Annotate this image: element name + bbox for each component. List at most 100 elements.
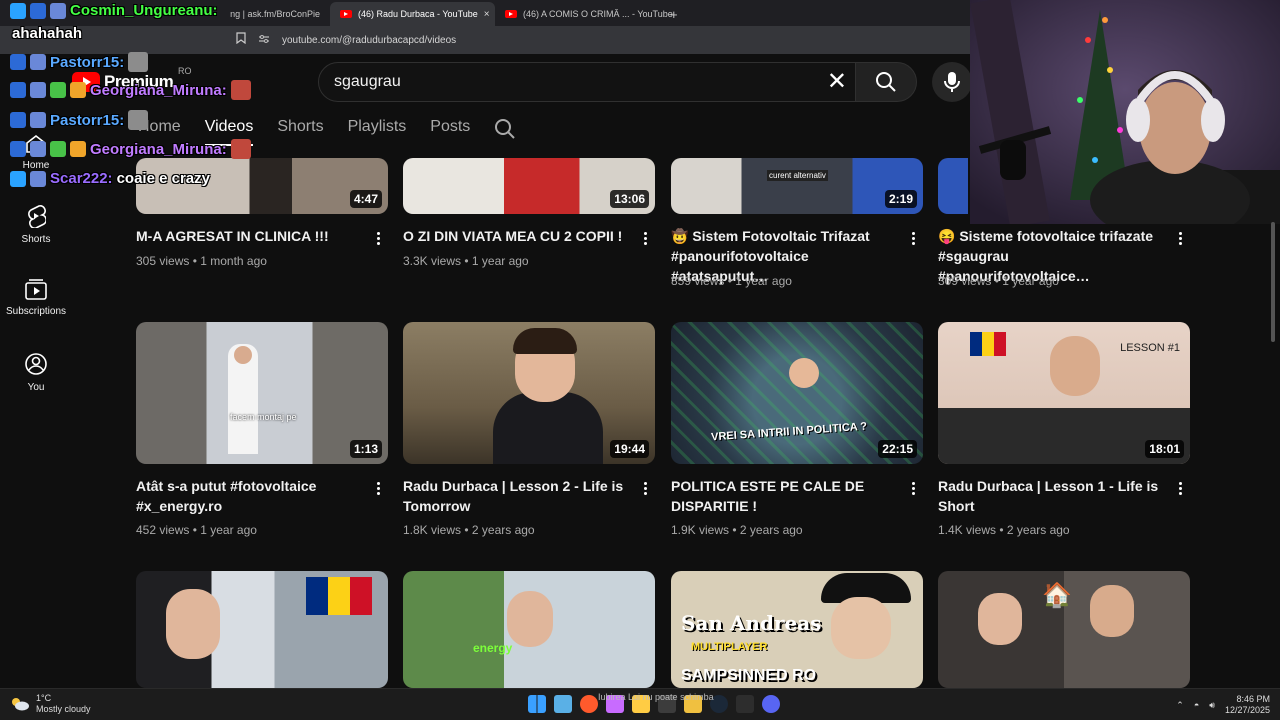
bookmark-icon[interactable] [236,32,246,47]
tab-shorts[interactable]: Shorts [277,118,323,146]
url-field[interactable]: youtube.com/@radudurbacapcd/videos [258,30,958,50]
video-duration: 2:19 [884,190,917,208]
chevron-up-icon[interactable]: ⌃ [1176,700,1184,711]
more-options-icon[interactable] [1170,478,1190,498]
more-options-icon[interactable] [1170,228,1190,248]
video-title[interactable]: POLITICA ESTE PE CALE DE DISPARITIE ! [671,476,896,516]
thumbnail-face [166,589,220,659]
screen: { "browser": { "tabs": [ {"label": "ng |… [0,0,1280,720]
chat-badge-icon [10,2,26,19]
brave-browser-icon[interactable] [580,695,598,713]
video-title[interactable]: Atât s-a putut #fotovoltaice #x_energy.r… [136,476,361,516]
chat-username: Pastorr15: [50,111,125,129]
search-button[interactable] [855,62,917,102]
chat-badge-icon [30,112,46,128]
more-options-icon[interactable] [368,228,388,248]
thumbnail-caption: LESSON #1 [1120,342,1180,354]
site-info-icon[interactable] [258,34,274,47]
thumbnail-bottom: SAMPSINNED RO [681,667,817,684]
video-thumbnail[interactable]: LESSON #1 18:01 [938,322,1190,464]
clock-date: 12/27/2025 [1224,705,1270,715]
search-icon [876,72,896,92]
chat-badge-icon [30,54,46,70]
video-thumbnail[interactable]: energy [403,571,655,688]
chat-message-text: ahahahah [12,25,82,42]
chat-badge-icon [10,82,26,98]
video-title[interactable]: Radu Durbaca | Lesson 1 - Life is Short [938,476,1163,516]
browser-tab[interactable]: (46) A COMIS O CRIMĂ ... - YouTube [495,2,673,26]
video-thumbnail[interactable]: curent alternativ 2:19 [671,158,923,214]
new-tab-button[interactable]: + [660,2,688,26]
thumbnail-figure [493,392,603,464]
thumbnail-caption: curent alternativ [767,170,828,181]
video-thumbnail[interactable]: 🏠 [938,571,1190,688]
sidebar-item-you[interactable]: You [0,352,72,393]
chat-text: coaie e crazy [116,170,210,187]
more-options-icon[interactable] [635,478,655,498]
clear-search-icon[interactable]: ✕ [827,70,847,94]
video-title[interactable]: O ZI DIN VIATA MEA CU 2 COPII ! [403,226,628,246]
clock-time: 8:46 PM [1236,694,1270,704]
chat-message: Pastorr15: [10,110,149,130]
video-title[interactable]: M-A AGRESAT IN CLINICA !!! [136,226,361,246]
search-input[interactable]: sgaugrau ✕ [318,62,856,102]
youtube-favicon-icon [340,10,352,18]
video-thumbnail[interactable]: facem montaj pe 1:13 [136,322,388,464]
close-tab-icon[interactable]: × [484,9,490,20]
chat-badge-icon [10,170,26,187]
sidebar-item-label: Shorts [21,234,51,245]
tab-posts[interactable]: Posts [430,118,470,146]
app-icon[interactable] [736,695,754,713]
chat-badge-icon [10,141,26,157]
video-duration: 22:15 [878,440,917,458]
scrollbar-thumb[interactable] [1271,222,1275,342]
sidebar-item-shorts[interactable]: Shorts [0,204,72,245]
thumbnail-face [507,591,553,647]
tab-playlists[interactable]: Playlists [348,118,407,146]
video-thumbnail[interactable]: VREI SA INTRII IN POLITICA ? 22:15 [671,322,923,464]
house-emoji-icon: 🏠 [1042,582,1072,609]
weather-widget[interactable]: 1°C Mostly cloudy [10,693,91,715]
windows-start-icon[interactable] [528,695,546,713]
video-thumbnail[interactable]: 19:44 [403,322,655,464]
thumbnail-face [831,597,891,659]
discord-icon[interactable] [762,695,780,713]
account-icon [25,353,47,375]
sidebar-item-subscriptions[interactable]: Subscriptions [0,278,72,317]
webcam-overlay [970,0,1280,224]
more-options-icon[interactable] [368,478,388,498]
shorts-icon [28,205,46,228]
browser-tab-active[interactable]: (46) Radu Durbaca - YouTube × [330,2,495,26]
sidebar-item-label: You [27,382,45,393]
sidebar-item-label: Subscriptions [5,306,67,317]
video-duration: 13:06 [610,190,649,208]
thumbnail-face [1050,336,1100,396]
more-options-icon[interactable] [635,228,655,248]
file-explorer-icon[interactable] [554,695,572,713]
more-options-icon[interactable] [903,228,923,248]
chat-emote-icon [128,110,149,130]
video-thumbnail[interactable] [136,571,388,688]
video-thumbnail[interactable]: 13:06 [403,158,655,214]
channel-search-icon[interactable] [494,118,515,139]
page-scrollbar[interactable] [1270,222,1276,677]
clock[interactable]: 8:46 PM 12/27/2025 [1225,694,1270,716]
chat-emote-icon [230,80,251,100]
video-meta: 1.4K views • 2 years ago [938,523,1070,537]
chat-message: Scar222: coaie e crazy [10,170,210,187]
chat-text: ahahahah [12,25,83,42]
video-title[interactable]: Radu Durbaca | Lesson 2 - Life is Tomorr… [403,476,628,516]
chat-badge-icon [70,141,86,157]
plus-icon: + [670,6,678,22]
more-options-icon[interactable] [903,478,923,498]
volume-icon[interactable]: 🔊︎ [1209,700,1215,711]
region-code: RO [178,66,192,76]
voice-search-button[interactable] [932,62,972,102]
cloud-icon [12,698,29,711]
network-icon[interactable]: ◓ [1194,700,1199,710]
video-meta: 3.3K views • 1 year ago [403,254,529,268]
chat-badge-icon [30,170,46,187]
chat-badge-icon [30,141,46,157]
video-thumbnail[interactable]: San Andreas MULTIPLAYER SAMPSINNED RO [671,571,923,688]
thumbnail-face [1090,585,1134,637]
